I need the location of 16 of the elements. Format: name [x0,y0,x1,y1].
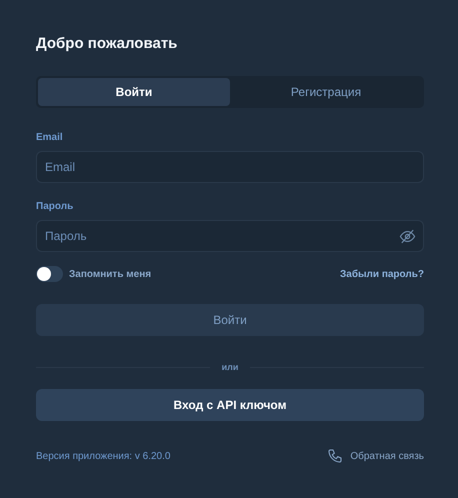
tab[interactable]: Войти [38,78,230,106]
tab[interactable]: Регистрация [230,78,422,106]
password-field[interactable]: Пароль [36,220,424,252]
divider-label: или [222,362,238,372]
remember-label: Запомнить меня [69,268,152,280]
forgot-password-link[interactable]: Забыли пароль? [340,268,424,280]
api-key-login-button[interactable]: Вход с API ключом [36,389,424,421]
app-version: Версия приложения: v 6.20.0 [36,450,170,462]
welcome-title: Добро пожаловать [36,34,178,54]
remember-toggle[interactable] [36,266,63,282]
email-field[interactable]: Email [36,151,424,183]
phone-icon [327,448,344,464]
eye-slash-icon[interactable] [399,228,416,245]
email-label: Email [36,132,63,145]
password-label: Пароль [36,201,74,214]
feedback-link[interactable]: Обратная связь [327,448,424,464]
